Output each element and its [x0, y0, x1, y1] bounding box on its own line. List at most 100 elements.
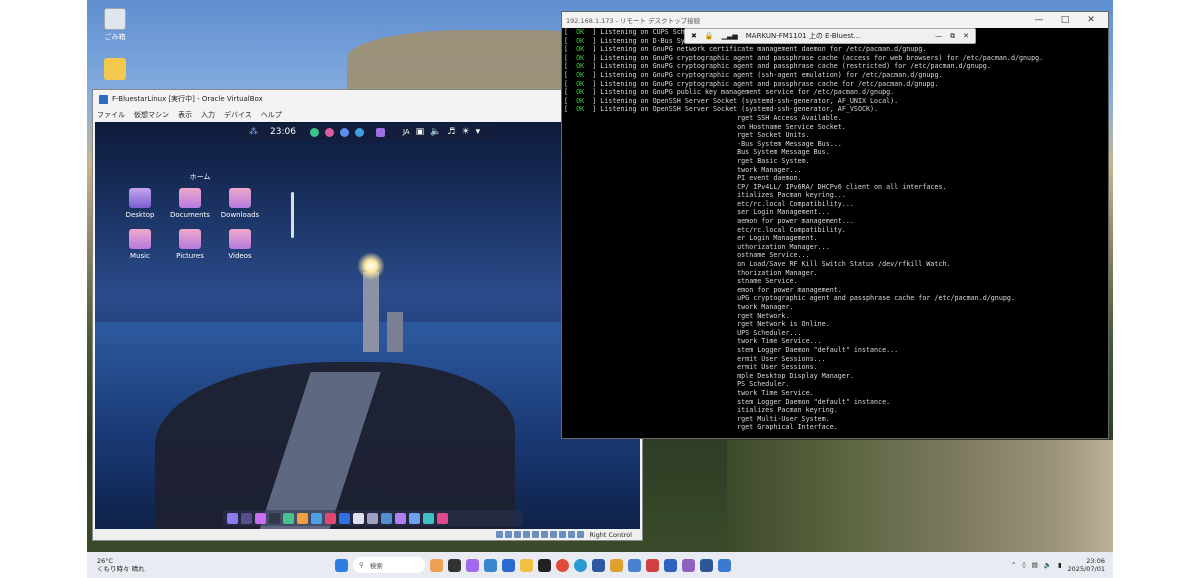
- dock-app-icon[interactable]: [409, 512, 420, 524]
- screen-icon[interactable]: ▣: [416, 127, 425, 137]
- dropdown-icon[interactable]: ▾: [476, 127, 481, 137]
- store-icon[interactable]: [484, 558, 497, 572]
- app-icon[interactable]: [682, 558, 695, 572]
- folder-music[interactable]: Music: [115, 229, 165, 260]
- display-icon[interactable]: [550, 531, 558, 538]
- cpu-icon[interactable]: [568, 531, 576, 538]
- rdp-connection-bar[interactable]: ✖ 🔒 ▁▃▅ MARKUN-FM1101 上の E-Bluest... — ⧉…: [684, 28, 976, 44]
- battery-icon[interactable]: ▮: [1058, 561, 1062, 569]
- menu-input[interactable]: 入力: [201, 110, 215, 120]
- dock-app-icon[interactable]: [367, 512, 378, 524]
- dock-app-icon[interactable]: [297, 512, 308, 524]
- dock-app-icon[interactable]: [283, 512, 294, 524]
- dock-app-icon[interactable]: [395, 512, 406, 524]
- shared-folder-icon[interactable]: [541, 531, 549, 538]
- app-icon-1[interactable]: [309, 127, 319, 137]
- usb-icon[interactable]: [532, 531, 540, 538]
- optical-icon[interactable]: [505, 531, 513, 538]
- bar-minimize-button[interactable]: —: [935, 32, 942, 40]
- rdp-close-button[interactable]: ✕: [1078, 15, 1104, 25]
- widgets-icon[interactable]: [430, 558, 443, 572]
- chrome-icon[interactable]: [556, 558, 569, 572]
- terminal-icon[interactable]: [269, 512, 280, 524]
- chevron-up-icon[interactable]: ⌃: [1011, 561, 1016, 569]
- menu-help[interactable]: ヘルプ: [261, 110, 282, 120]
- console-line: twork Time Service...: [564, 337, 1108, 346]
- console-text: ser Login Management...: [564, 208, 830, 217]
- audio-icon[interactable]: [514, 531, 522, 538]
- rdp-minimize-button[interactable]: —: [1026, 15, 1052, 25]
- start-icon[interactable]: [335, 558, 348, 572]
- explorer-icon[interactable]: [520, 558, 533, 572]
- dock-app-icon[interactable]: [241, 512, 252, 524]
- taskbar-search[interactable]: ⚲ 検索: [353, 557, 425, 573]
- dock-app-icon[interactable]: [325, 512, 336, 524]
- terminal-icon[interactable]: [538, 558, 551, 572]
- folder-desktop[interactable]: Desktop: [115, 188, 165, 219]
- dock-app-icon[interactable]: [227, 512, 238, 524]
- app-icon[interactable]: [646, 558, 659, 572]
- folder-downloads[interactable]: Downloads: [215, 188, 265, 219]
- app-icon[interactable]: [628, 558, 641, 572]
- app-icon[interactable]: [664, 558, 677, 572]
- bar-close-button[interactable]: ✕: [963, 32, 969, 40]
- vbox-titlebar[interactable]: F-BluestarLinux [実行中] - Oracle VirtualBo…: [93, 90, 642, 108]
- dock-app-icon[interactable]: [437, 512, 448, 524]
- folder-pictures[interactable]: Pictures: [165, 229, 215, 260]
- network-icon[interactable]: [523, 531, 531, 538]
- app-icon-4[interactable]: [354, 127, 364, 137]
- recycle-bin-icon[interactable]: ごみ箱: [95, 8, 135, 42]
- volume-icon[interactable]: 🔈: [1044, 561, 1052, 569]
- dock-app-icon[interactable]: [311, 512, 322, 524]
- console-line: thorization Manager.: [564, 269, 1108, 278]
- guest-screen[interactable]: ⁂ 23:06 JA ▣ 🔈 ♬ ☀ ▾ ホーム Desktop Documen…: [95, 122, 640, 530]
- app-icon-2[interactable]: [324, 127, 334, 137]
- file-manager-scrollbar[interactable]: [291, 192, 294, 238]
- folder-documents[interactable]: Documents: [165, 188, 215, 219]
- app-icon[interactable]: [610, 558, 623, 572]
- pin-icon[interactable]: ✖: [691, 32, 697, 40]
- mail-icon[interactable]: [502, 558, 515, 572]
- activities-icon[interactable]: ⁂: [249, 127, 258, 137]
- menu-devices[interactable]: デバイス: [224, 110, 252, 120]
- dock-app-icon[interactable]: [255, 512, 266, 524]
- recording-icon[interactable]: [559, 531, 567, 538]
- menu-machine[interactable]: 仮想マシン: [134, 110, 169, 120]
- remote-desktop-window[interactable]: 192.168.1.173 - リモート デスクトップ接続 — □ ✕ [ OK…: [561, 11, 1109, 439]
- console-line: ostname Service...: [564, 251, 1108, 260]
- app-icon-3[interactable]: [339, 127, 349, 137]
- virtualbox-icon[interactable]: [592, 558, 605, 572]
- recycle-bin-label: ごみ箱: [104, 33, 126, 41]
- word-icon[interactable]: [700, 558, 713, 572]
- menu-view[interactable]: 表示: [178, 110, 192, 120]
- folder-icon[interactable]: [95, 58, 135, 82]
- mouse-icon[interactable]: [577, 531, 585, 538]
- dock-app-icon[interactable]: [353, 512, 364, 524]
- dock-app-icon[interactable]: [381, 512, 392, 524]
- brightness-icon[interactable]: ☀: [461, 127, 469, 137]
- display-icon[interactable]: ▤: [1032, 561, 1038, 569]
- weather-widget[interactable]: 26°C くもり時々 晴れ: [87, 557, 167, 573]
- task-view-icon[interactable]: [448, 558, 461, 572]
- speaker-icon[interactable]: ♬: [447, 127, 455, 137]
- rdp-titlebar[interactable]: 192.168.1.173 - リモート デスクトップ接続 — □ ✕: [562, 12, 1108, 28]
- menu-file[interactable]: ファイル: [97, 110, 125, 120]
- dock-app-icon[interactable]: [339, 512, 350, 524]
- lock-icon[interactable]: 🔒: [705, 32, 714, 40]
- edge-icon[interactable]: [574, 558, 587, 572]
- clock-time: 23:06: [1086, 557, 1105, 565]
- signal-icon[interactable]: ▁▃▅: [722, 32, 738, 40]
- language-indicator[interactable]: JA: [403, 128, 410, 136]
- copilot-icon[interactable]: [466, 558, 479, 572]
- volume-icon[interactable]: 🔈: [430, 127, 441, 137]
- app-grid-icon[interactable]: [375, 127, 385, 137]
- folder-videos[interactable]: Videos: [215, 229, 265, 260]
- panel-clock[interactable]: 23:06: [270, 127, 296, 137]
- rdp-maximize-button[interactable]: □: [1052, 15, 1078, 25]
- taskbar-clock[interactable]: 23:06 2025/07/01: [1068, 557, 1105, 573]
- bar-restore-button[interactable]: ⧉: [950, 32, 955, 41]
- hdd-icon[interactable]: [496, 531, 504, 538]
- dock-app-icon[interactable]: [423, 512, 434, 524]
- remote-desktop-icon[interactable]: [718, 558, 731, 572]
- wifi-icon[interactable]: ◊: [1022, 561, 1025, 569]
